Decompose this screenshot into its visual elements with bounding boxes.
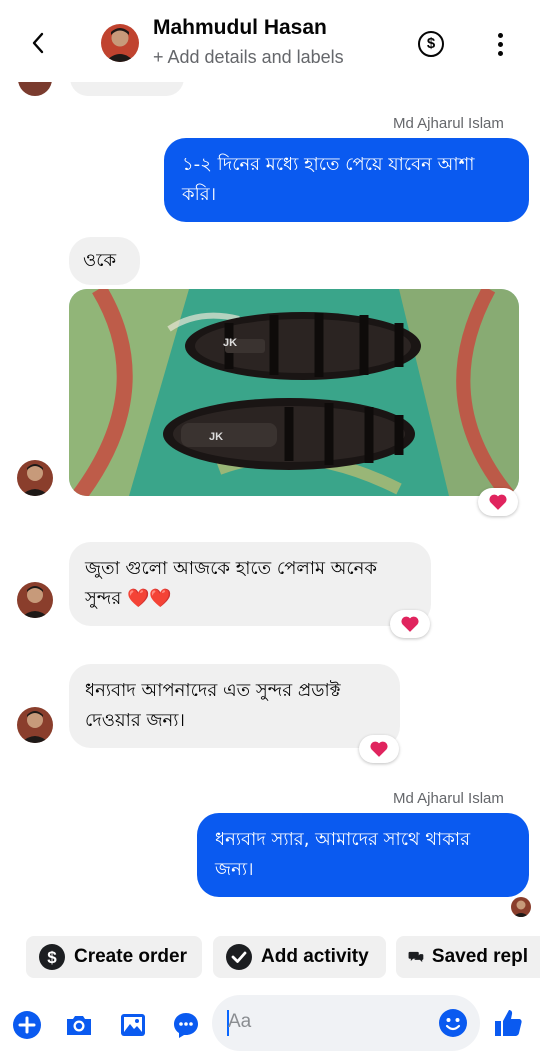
message-incoming[interactable]: ধন্যবাদ আপনাদের এত সুন্দর প্রডাক্ট দেওয়…: [69, 664, 400, 748]
message-outgoing[interactable]: ধন্যবাদ স্যার, আমাদের সাথে থাকার জন্য।: [197, 813, 529, 897]
back-arrow-icon: [32, 32, 44, 54]
dollar-icon: $: [426, 35, 436, 52]
payment-button[interactable]: $: [418, 31, 444, 57]
heart-icon: [489, 494, 507, 510]
avatar[interactable]: [17, 582, 53, 618]
dollar-circle-icon: $: [39, 944, 65, 970]
sender-name: Md Ajharul Islam: [393, 115, 504, 132]
back-button[interactable]: [26, 28, 52, 58]
heart-icon: [401, 616, 419, 632]
avatar[interactable]: [17, 707, 53, 743]
check-circle-icon: [226, 944, 252, 970]
brand-label: JK: [223, 337, 237, 349]
saved-replies-chip[interactable]: Saved repl: [396, 936, 540, 978]
svg-text:$: $: [47, 948, 57, 967]
add-details-link[interactable]: + Add details and labels: [153, 47, 344, 68]
heart-reaction[interactable]: [390, 610, 430, 638]
chip-label: Add activity: [261, 946, 369, 967]
chat-thread: Md Ajharul Islam ১-২ দিনের মধ্যে হাতে পে…: [0, 0, 540, 930]
conversation-header: Mahmudul Hasan + Add details and labels …: [0, 0, 540, 82]
message-composer: Aa: [0, 990, 540, 1060]
chip-label: Create order: [74, 946, 187, 967]
camera-icon[interactable]: [64, 1010, 94, 1040]
chip-label: Saved repl: [431, 946, 528, 967]
gallery-icon[interactable]: [118, 1010, 148, 1040]
message-input[interactable]: Aa: [212, 995, 480, 1051]
contact-name[interactable]: Mahmudul Hasan: [153, 16, 327, 40]
avatar[interactable]: [17, 460, 53, 496]
add-activity-chip[interactable]: Add activity: [213, 936, 386, 978]
emoji-icon[interactable]: [438, 1008, 468, 1038]
more-vertical-icon: [491, 33, 509, 56]
heart-icon: [370, 741, 388, 757]
message-outgoing[interactable]: ১-২ দিনের মধ্যে হাতে পেয়ে যাবেন আশা করি…: [164, 138, 529, 222]
sender-name: Md Ajharul Islam: [393, 790, 504, 807]
input-placeholder: Aa: [228, 1011, 252, 1032]
thumbs-up-icon[interactable]: [492, 1007, 524, 1039]
heart-reaction[interactable]: [359, 735, 399, 763]
heart-reaction[interactable]: [478, 488, 518, 516]
more-options-button[interactable]: [491, 31, 509, 57]
contact-avatar[interactable]: [101, 24, 139, 62]
brand-label: JK: [209, 431, 223, 443]
message-incoming[interactable]: জুতা গুলো আজকে হাতে পেলাম অনেক সুন্দর ❤️…: [69, 542, 431, 626]
seen-avatar: [511, 897, 531, 917]
chat-bubble-icon[interactable]: [171, 1010, 201, 1040]
message-incoming[interactable]: ওকে: [69, 237, 140, 285]
saved-replies-icon: [408, 951, 424, 963]
plus-icon[interactable]: [12, 1010, 42, 1040]
message-image[interactable]: JK JK: [69, 289, 519, 496]
create-order-chip[interactable]: $ Create order: [26, 936, 202, 978]
